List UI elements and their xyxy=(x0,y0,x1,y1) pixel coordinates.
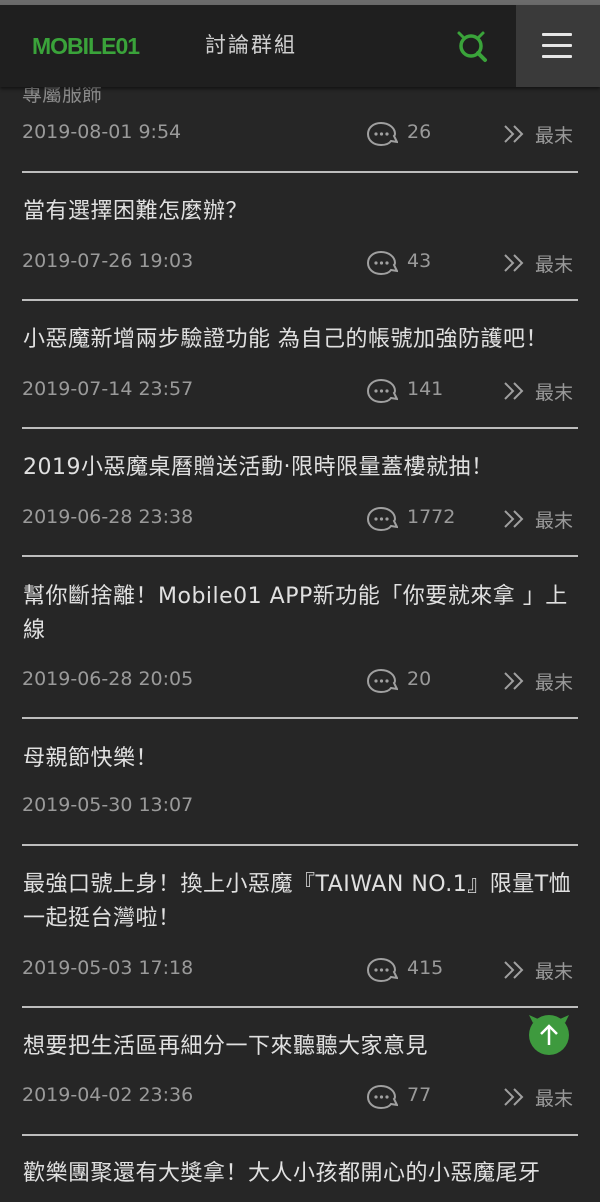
page-title: 討論群組 xyxy=(205,33,297,57)
last-page-link[interactable]: 最末 xyxy=(535,121,573,148)
list-divider xyxy=(22,717,578,719)
double-chevron-right-icon xyxy=(504,672,524,690)
topic-title[interactable]: 2019小惡魔桌曆贈送活動‧限時限量蓋樓就抽！ xyxy=(23,451,583,485)
comment-bubble-icon xyxy=(366,957,398,983)
reply-count: 20 xyxy=(407,668,432,690)
double-chevron-right-icon xyxy=(504,961,524,979)
comment-bubble-icon xyxy=(366,668,398,694)
topic-date: 2019-07-26 19:03 xyxy=(22,250,194,272)
reply-count: 77 xyxy=(407,1084,432,1106)
back-to-top-button[interactable] xyxy=(529,1015,569,1055)
double-chevron-right-icon xyxy=(504,1088,524,1106)
last-page-link[interactable]: 最末 xyxy=(535,1084,573,1111)
comment-bubble-icon xyxy=(366,250,398,276)
topic-title[interactable]: 最強口號上身！換上小惡魔『TAIWAN NO.1』限量T恤 一起挺台灣啦！ xyxy=(23,868,583,936)
comment-bubble-icon xyxy=(366,1084,398,1110)
reply-count: 43 xyxy=(407,250,432,272)
topic-date: 2019-08-01 9:54 xyxy=(22,121,182,143)
last-page-link[interactable]: 最末 xyxy=(535,506,573,533)
topic-date: 2019-05-03 17:18 xyxy=(22,957,194,979)
search-icon[interactable] xyxy=(452,27,492,67)
list-divider xyxy=(22,555,578,557)
double-chevron-right-icon xyxy=(504,254,524,272)
topic-date: 2019-06-28 23:38 xyxy=(22,506,194,528)
double-chevron-right-icon xyxy=(504,510,524,528)
topic-date: 2019-06-28 20:05 xyxy=(22,668,194,690)
list-divider xyxy=(22,844,578,846)
list-divider xyxy=(22,171,578,173)
topic-title[interactable]: 母親節快樂！ xyxy=(23,742,583,776)
comment-bubble-icon xyxy=(366,121,398,147)
list-divider xyxy=(22,1134,578,1136)
arrow-up-icon xyxy=(529,1015,569,1045)
topic-title[interactable]: 小惡魔新增兩步驗證功能 為自己的帳號加強防護吧！ xyxy=(23,323,583,357)
topic-date: 2019-07-14 23:57 xyxy=(22,378,194,400)
list-divider xyxy=(22,299,578,301)
last-page-link[interactable]: 最末 xyxy=(535,668,573,695)
reply-count: 1772 xyxy=(407,506,456,528)
double-chevron-right-icon xyxy=(504,382,524,400)
list-divider xyxy=(22,427,578,429)
comment-bubble-icon xyxy=(366,506,398,532)
topic-date: 2019-04-02 23:36 xyxy=(22,1084,194,1106)
double-chevron-right-icon xyxy=(504,125,524,143)
reply-count: 141 xyxy=(407,378,444,400)
reply-count: 26 xyxy=(407,121,432,143)
topic-title[interactable]: 幫你斷捨離！Mobile01 APP新功能「你要就來拿 」上線 xyxy=(23,580,583,648)
last-page-link[interactable]: 最末 xyxy=(535,250,573,277)
comment-bubble-icon xyxy=(366,378,398,404)
topic-title[interactable]: 歡樂團聚還有大獎拿！大人小孩都開心的小惡魔尾牙 xyxy=(23,1157,583,1191)
top-header: MOBILE01 討論群組 xyxy=(0,5,600,87)
topic-title[interactable]: 當有選擇困難怎麼辦？ xyxy=(23,195,583,229)
menu-button[interactable] xyxy=(516,5,600,87)
topic-title[interactable]: 想要把生活區再細分一下來聽聽大家意見 xyxy=(23,1030,583,1064)
hamburger-menu-icon xyxy=(542,33,572,36)
svg-text:MOBILE01: MOBILE01 xyxy=(32,33,140,59)
topic-date: 2019-05-30 13:07 xyxy=(22,794,194,816)
list-divider xyxy=(22,1006,578,1008)
last-page-link[interactable]: 最末 xyxy=(535,957,573,984)
mobile01-logo[interactable]: MOBILE01 xyxy=(32,27,190,63)
reply-count: 415 xyxy=(407,957,444,979)
last-page-link[interactable]: 最末 xyxy=(535,378,573,405)
